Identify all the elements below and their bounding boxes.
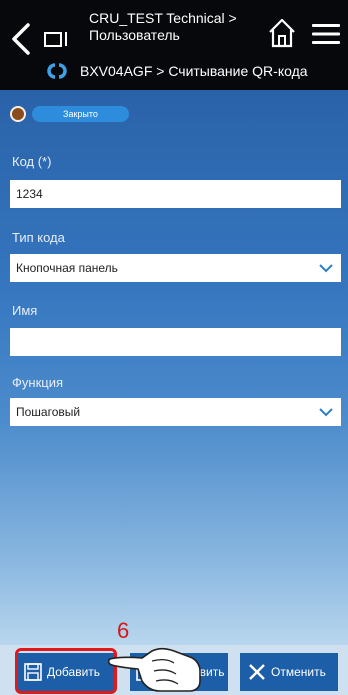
title-line1: CRU_TEST Technical > [89,10,237,26]
back-icon[interactable] [8,22,34,56]
code-input[interactable]: 1234 [10,180,341,208]
menu-icon[interactable] [310,22,342,46]
status-badge[interactable]: Закрыто [32,106,129,122]
home-icon[interactable] [268,18,296,48]
code-value: 1234 [16,187,43,201]
chevron-down-icon [319,408,333,417]
chevron-down-icon [319,264,333,273]
name-label: Имя [12,303,38,318]
function-label: Функция [12,375,63,390]
code-type-select[interactable]: Кнопочная панель [10,254,341,282]
tabs-icon[interactable] [44,30,70,48]
app-header: CRU_TEST Technical > Пользователь BXV04A… [0,0,348,90]
cancel-button-label: Отменить [271,665,326,679]
function-value: Пошаговый [16,405,81,419]
pointing-hand-icon [108,647,201,692]
code-label: Код (*) [12,154,52,169]
cancel-button[interactable]: Отменить [240,653,338,691]
highlight-frame [15,648,117,694]
device-path: BXV04AGF > Считывание QR-кода [80,63,308,79]
sync-icon [47,63,67,79]
code-type-label: Тип кода [12,230,65,245]
status-dot [10,106,26,122]
form-area: Закрыто Код (*) 1234 Тип кода Кнопочная … [0,90,348,645]
close-icon [249,664,265,680]
name-input[interactable] [10,328,341,356]
title-line2: Пользователь [89,27,180,43]
code-type-value: Кнопочная панель [16,261,118,275]
device-breadcrumb: BXV04AGF > Считывание QR-кода [44,60,308,82]
status-row: Закрыто [10,106,129,122]
function-select[interactable]: Пошаговый [10,398,341,426]
